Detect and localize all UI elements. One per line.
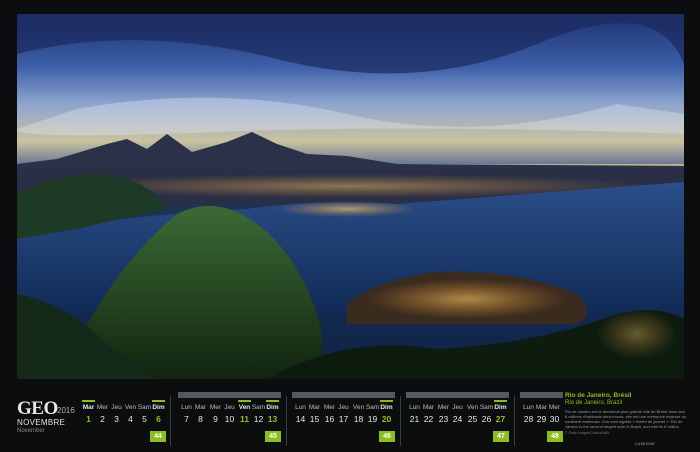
caption-title: Rio de Janeiro, Brésil	[565, 392, 632, 399]
month-name-en: November	[17, 428, 45, 434]
geo-brand-block: GEO 2016 NOVEMBRE November	[17, 398, 77, 448]
week-number-badge: 47	[493, 431, 509, 442]
caption-subtitle: Rio de Janeiro, Brazil	[565, 400, 623, 406]
week-number-badge: 45	[265, 431, 281, 442]
week-bar	[406, 392, 509, 398]
day-cell: Dim 27	[492, 400, 509, 424]
day-cell: Dim 13	[264, 400, 281, 424]
month-name-fr: NOVEMBRE	[17, 418, 66, 427]
week-divider	[286, 396, 287, 446]
week-bar	[520, 392, 563, 398]
week-44: Mar 1 Mer 2 Jeu 3 Ven 4 Sam 5 Dim 6 44	[80, 392, 166, 446]
year-label: 2016	[57, 406, 75, 415]
week-divider	[400, 396, 401, 446]
week-divider	[170, 396, 171, 446]
publisher-logo: LUMIGNE	[635, 441, 656, 446]
geo-logo: GEO	[17, 398, 58, 419]
photo-illustration	[17, 14, 684, 379]
calendar-page: GEO 2016 NOVEMBRE November Mar 1 Mer 2 Jeu…	[0, 0, 700, 452]
caption-body-fr: Rio de Janeiro est la deuxième plus gran…	[565, 409, 687, 424]
week-45: Lun 7 Mar 8 Mer 9 Jeu 10 Ven 11 Sam 12 Dim 13 4…	[178, 392, 281, 446]
week-number-badge: 48	[547, 431, 563, 442]
day-cell: Dim 6	[150, 400, 167, 424]
week-47: Lun 21 Mar 22 Mer 23 Jeu 24 Ven 25 Sam 26 Dim 2…	[406, 392, 509, 446]
day-cell: Mer 30	[548, 404, 561, 424]
photo-caption: Rio de Janeiro, Brésil Rio de Janeiro, B…	[565, 392, 687, 448]
week-bar	[292, 392, 395, 398]
week-48: Lun 28 Mar 29 Mer 30 48	[520, 392, 563, 446]
photo-credit: © Getty Images/Cultura/AWL	[565, 431, 611, 435]
week-bar	[80, 392, 166, 398]
day-cell: Dim 20	[378, 400, 395, 424]
week-divider	[514, 396, 515, 446]
week-number-badge: 44	[150, 431, 166, 442]
week-number-badge: 46	[379, 431, 395, 442]
week-46: Lun 14 Mar 15 Mer 16 Jeu 17 Ven 18 Sam 19 Dim 2…	[292, 392, 395, 446]
rio-panorama-photo	[17, 14, 684, 379]
caption-body: Rio de Janeiro est la deuxième plus gran…	[565, 409, 687, 429]
week-bar	[178, 392, 281, 398]
